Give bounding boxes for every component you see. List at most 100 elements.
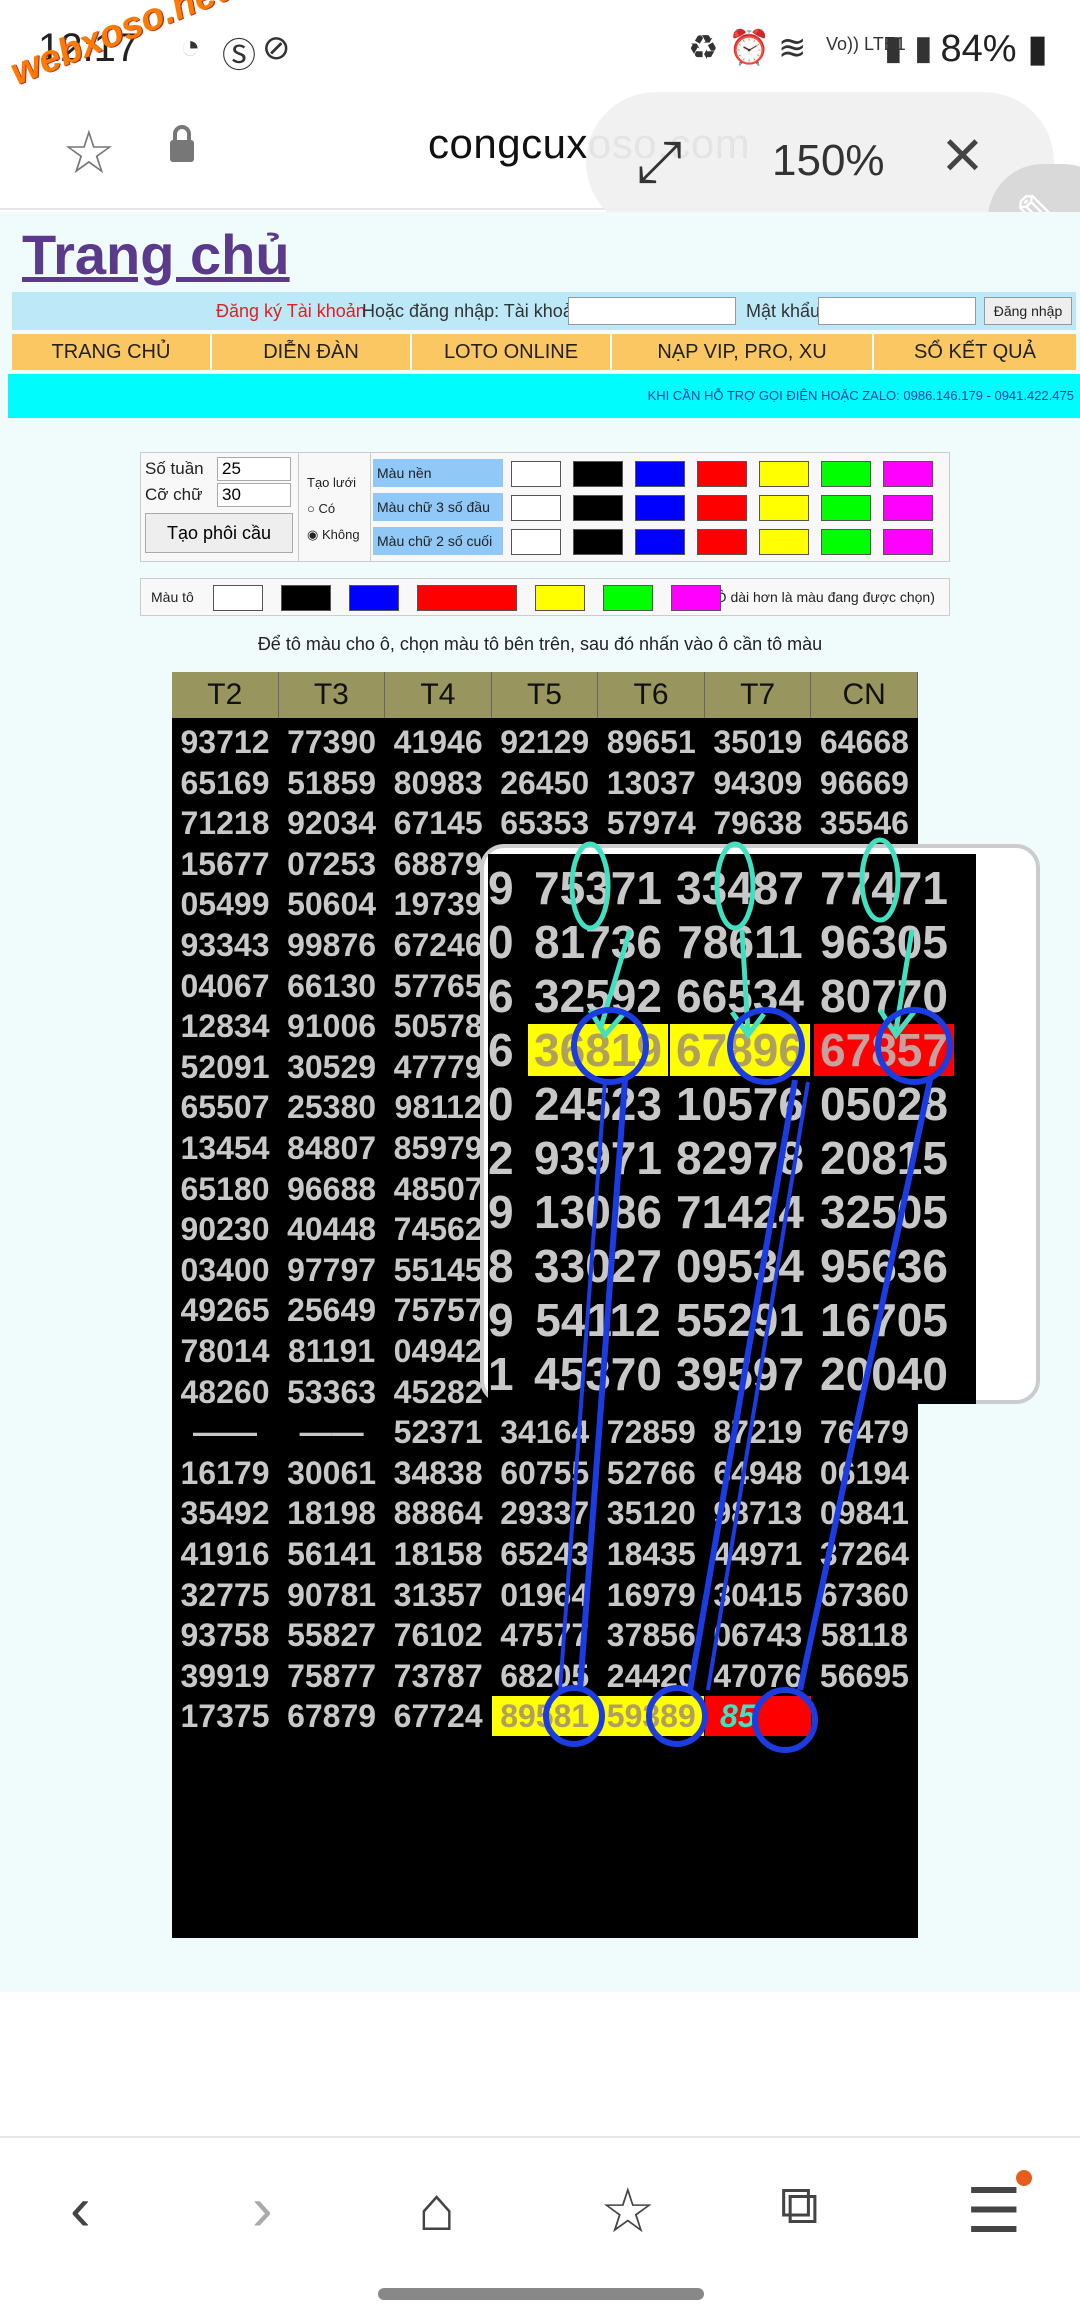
grid-cell[interactable]: 31357 — [385, 1575, 491, 1615]
grid-cell[interactable]: 52766 — [598, 1453, 704, 1493]
grid-cell[interactable]: 13037 — [598, 763, 704, 803]
grid-cell[interactable]: 71218 — [172, 803, 278, 843]
grid-cell[interactable]: 30529 — [279, 1047, 385, 1087]
grid-cell[interactable]: 29337 — [492, 1493, 598, 1533]
grid-cell[interactable]: 17375 — [172, 1696, 278, 1736]
grid-no-radio[interactable]: ◉ Không — [307, 527, 360, 543]
grid-cell[interactable]: 56141 — [279, 1534, 385, 1574]
grid-cell[interactable]: 53363 — [279, 1372, 385, 1412]
color-swatch[interactable] — [759, 461, 809, 487]
grid-cell[interactable]: 25649 — [279, 1290, 385, 1330]
grid-cell[interactable]: 16979 — [598, 1575, 704, 1615]
grid-cell[interactable]: 34164 — [492, 1412, 598, 1452]
grid-cell[interactable]: 03400 — [172, 1250, 278, 1290]
grid-cell[interactable]: 55827 — [279, 1615, 385, 1655]
login-button[interactable]: Đăng nhập — [984, 297, 1072, 325]
grid-cell[interactable]: 24420 — [598, 1656, 704, 1696]
grid-cell[interactable]: 47577 — [492, 1615, 598, 1655]
grid-cell[interactable]: 66130 — [279, 966, 385, 1006]
grid-cell[interactable]: 96669 — [811, 763, 917, 803]
grid-cell[interactable]: 55145 — [385, 1250, 491, 1290]
grid-cell[interactable]: 92129 — [492, 722, 598, 762]
color-swatch[interactable] — [511, 461, 561, 487]
grid-cell[interactable]: 65169 — [172, 763, 278, 803]
grid-cell[interactable]: 75877 — [279, 1656, 385, 1696]
grid-cell[interactable]: —— — [172, 1412, 278, 1452]
grid-cell[interactable]: 18158 — [385, 1534, 491, 1574]
forward-icon[interactable]: › — [252, 2174, 273, 2245]
grid-cell[interactable]: 04942 — [385, 1331, 491, 1371]
grid-cell[interactable]: 93712 — [172, 722, 278, 762]
grid-cell[interactable]: 06743 — [705, 1615, 811, 1655]
color-swatch[interactable] — [883, 529, 933, 555]
grid-cell[interactable]: 09841 — [811, 1493, 917, 1533]
grid-cell[interactable]: 79638 — [705, 803, 811, 843]
grid-cell[interactable]: 48260 — [172, 1372, 278, 1412]
grid-cell[interactable]: 65243 — [492, 1534, 598, 1574]
color-swatch[interactable] — [573, 461, 623, 487]
bookmark-star-icon[interactable]: ☆ — [62, 118, 116, 188]
grid-cell[interactable]: 13454 — [172, 1128, 278, 1168]
grid-cell[interactable]: 87219 — [705, 1412, 811, 1452]
grid-cell[interactable]: 58118 — [811, 1615, 917, 1655]
close-icon[interactable]: × — [942, 114, 983, 194]
grid-cell[interactable]: 91006 — [279, 1006, 385, 1046]
grid-cell[interactable]: 65353 — [492, 803, 598, 843]
grid-cell[interactable]: 74562 — [385, 1209, 491, 1249]
grid-cell[interactable]: 67246 — [385, 925, 491, 965]
grid-cell[interactable]: 52091 — [172, 1047, 278, 1087]
grid-cell[interactable]: 73787 — [385, 1656, 491, 1696]
paint-swatch[interactable] — [349, 585, 399, 611]
create-button[interactable]: Tạo phôi cầu — [145, 513, 293, 553]
grid-cell[interactable]: 25380 — [279, 1087, 385, 1127]
grid-cell[interactable]: 68205 — [492, 1656, 598, 1696]
username-input[interactable] — [568, 297, 736, 325]
bookmarks-icon[interactable]: ☆ — [600, 2174, 656, 2247]
grid-cell[interactable]: 37264 — [811, 1534, 917, 1574]
grid-cell[interactable]: 89651 — [598, 722, 704, 762]
paint-swatch[interactable] — [213, 585, 263, 611]
grid-cell[interactable]: 32775 — [172, 1575, 278, 1615]
color-swatch[interactable] — [821, 461, 871, 487]
grid-cell[interactable]: 18435 — [598, 1534, 704, 1574]
grid-cell[interactable]: 51859 — [279, 763, 385, 803]
grid-cell[interactable]: 93758 — [172, 1615, 278, 1655]
paint-swatch[interactable] — [535, 585, 585, 611]
paint-swatch[interactable] — [417, 585, 517, 611]
grid-cell[interactable]: 65180 — [172, 1169, 278, 1209]
grid-cell[interactable]: 56695 — [811, 1656, 917, 1696]
grid-cell[interactable]: 15677 — [172, 844, 278, 884]
grid-cell[interactable]: 06194 — [811, 1453, 917, 1493]
back-icon[interactable]: ‹ — [70, 2174, 91, 2245]
grid-cell[interactable]: 90781 — [279, 1575, 385, 1615]
color-swatch[interactable] — [635, 461, 685, 487]
color-swatch[interactable] — [759, 529, 809, 555]
grid-cell[interactable]: 65507 — [172, 1087, 278, 1127]
grid-cell[interactable]: 94309 — [705, 763, 811, 803]
grid-cell[interactable]: 47076 — [705, 1656, 811, 1696]
expand-icon[interactable]: ⤢ — [636, 128, 682, 196]
grid-cell[interactable]: 49265 — [172, 1290, 278, 1330]
grid-cell[interactable]: 35019 — [705, 722, 811, 762]
grid-cell[interactable]: 50578 — [385, 1006, 491, 1046]
nav-results[interactable]: SỔ KẾT QUẢ — [874, 334, 1076, 370]
grid-cell[interactable]: 41946 — [385, 722, 491, 762]
grid-cell[interactable]: 35120 — [598, 1493, 704, 1533]
grid-cell[interactable]: 88864 — [385, 1493, 491, 1533]
grid-cell[interactable]: 76102 — [385, 1615, 491, 1655]
color-swatch[interactable] — [883, 495, 933, 521]
nav-vip[interactable]: NẠP VIP, PRO, XU — [612, 334, 872, 370]
grid-cell[interactable]: 64948 — [705, 1453, 811, 1493]
color-swatch[interactable] — [821, 529, 871, 555]
color-swatch[interactable] — [635, 495, 685, 521]
grid-cell[interactable]: 90230 — [172, 1209, 278, 1249]
paint-swatch[interactable] — [603, 585, 653, 611]
nav-forum[interactable]: DIỄN ĐÀN — [212, 334, 410, 370]
grid-cell[interactable]: 01964 — [492, 1575, 598, 1615]
color-swatch[interactable] — [883, 461, 933, 487]
grid-cell[interactable]: 05499 — [172, 884, 278, 924]
grid-cell[interactable]: 44971 — [705, 1534, 811, 1574]
grid-cell[interactable]: 35546 — [811, 803, 917, 843]
grid-cell[interactable]: 60755 — [492, 1453, 598, 1493]
grid-cell[interactable]: 67360 — [811, 1575, 917, 1615]
